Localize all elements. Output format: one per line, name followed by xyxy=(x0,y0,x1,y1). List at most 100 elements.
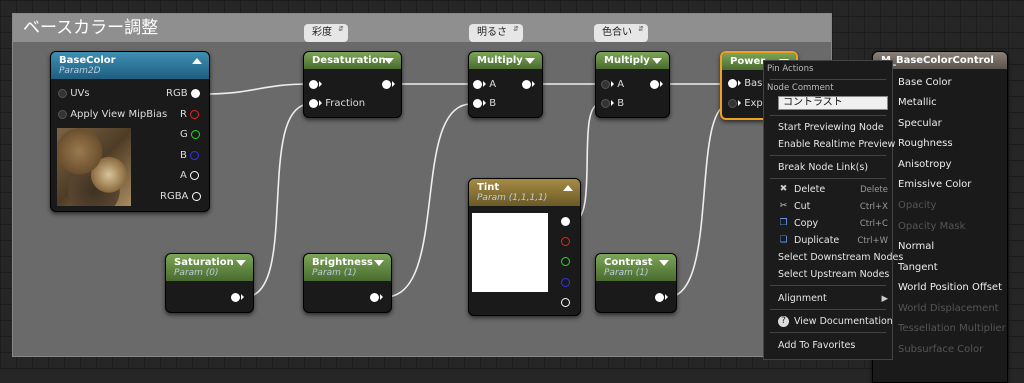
collapse-arrow-icon[interactable] xyxy=(652,58,662,64)
pin-exp[interactable]: Exp xyxy=(728,98,763,109)
pin-uvs[interactable]: UVs xyxy=(58,88,90,99)
collapse-arrow-icon[interactable] xyxy=(374,260,384,266)
pin-desat-in[interactable] xyxy=(309,79,322,90)
pin-a[interactable]: A xyxy=(180,170,200,181)
menu-separator xyxy=(770,178,886,179)
pin-circle-icon xyxy=(561,277,570,287)
pin-icon[interactable]: ⇵ xyxy=(338,25,344,33)
menu-break-node-links[interactable]: Break Node Link(s) xyxy=(778,162,868,173)
node-multiply-1-header[interactable]: Multiply xyxy=(469,52,542,69)
output-normal[interactable]: Normal xyxy=(898,241,934,252)
output-metallic[interactable]: Metallic xyxy=(898,97,937,108)
node-comment-input[interactable] xyxy=(778,96,888,110)
pin-m2-a[interactable]: A xyxy=(601,79,624,90)
pin-rgb[interactable]: RGB xyxy=(166,88,200,99)
pin-icon[interactable]: ⇵ xyxy=(638,25,644,33)
menu-duplicate[interactable]: ❏ Duplicate xyxy=(778,235,839,246)
pin-saturation-out[interactable] xyxy=(231,292,244,303)
exec-arrow-icon xyxy=(319,100,322,106)
node-basecolor-header[interactable]: BaseColor Param2D xyxy=(51,52,209,79)
node-tint-header[interactable]: Tint Param (1,1,1,1) xyxy=(469,179,580,206)
bubble-hue[interactable]: 色合い ⇵ xyxy=(594,24,648,42)
menu-cut[interactable]: ✂ Cut xyxy=(778,201,811,212)
node-title: Tint xyxy=(477,182,500,193)
bubble-brightness-text: 明るさ xyxy=(477,27,507,38)
pin-tint-g[interactable] xyxy=(561,256,570,267)
output-emissive-color[interactable]: Emissive Color xyxy=(898,179,971,190)
output-world-position-offset[interactable]: World Position Offset xyxy=(898,282,1002,293)
pin-circle-icon xyxy=(650,79,659,89)
help-icon: ? xyxy=(778,316,789,327)
pin-label: A xyxy=(180,170,187,181)
menu-alignment[interactable]: Alignment xyxy=(778,293,827,304)
node-subtitle: Param (1) xyxy=(604,268,649,278)
collapse-arrow-icon[interactable] xyxy=(659,260,669,266)
pin-contrast-out[interactable] xyxy=(655,292,668,303)
menu-add-to-favorites[interactable]: Add To Favorites xyxy=(778,340,855,351)
pin-label: B xyxy=(617,98,625,109)
node-result-header[interactable]: M_BaseColorControl xyxy=(873,52,1007,69)
pin-b[interactable]: B xyxy=(180,150,200,161)
pin-m1-a[interactable]: A xyxy=(473,79,496,90)
pin-r[interactable]: R xyxy=(180,109,200,120)
pin-label: A xyxy=(617,79,625,90)
menu-start-previewing-node[interactable]: Start Previewing Node xyxy=(778,122,884,133)
pin-rgba[interactable]: RGBA xyxy=(160,191,201,202)
node-multiply-2-header[interactable]: Multiply xyxy=(596,52,669,69)
collapse-arrow-icon[interactable] xyxy=(236,260,246,266)
node-contrast[interactable]: Contrast Param (1) xyxy=(595,253,677,313)
pin-circle-icon xyxy=(561,216,570,226)
collapse-arrow-icon[interactable] xyxy=(192,58,202,64)
pin-label: RGB xyxy=(166,88,188,99)
output-base-color[interactable]: Base Color xyxy=(898,77,952,88)
pin-m1-b[interactable]: B xyxy=(473,98,496,109)
output-tangent[interactable]: Tangent xyxy=(898,262,938,273)
wire-brightness-multiply1 xyxy=(384,103,472,298)
menu-select-downstream[interactable]: Select Downstream Nodes xyxy=(778,252,903,263)
menu-enable-realtime-preview[interactable]: Enable Realtime Preview xyxy=(778,139,895,150)
pin-fraction[interactable]: Fraction xyxy=(309,98,365,109)
collapse-arrow-icon[interactable] xyxy=(384,58,394,64)
submenu-arrow-icon: ▶ xyxy=(881,294,888,304)
copy-icon: ❐ xyxy=(779,218,788,228)
node-desaturation-header[interactable]: Desaturation xyxy=(304,52,401,69)
pin-m2-b[interactable]: B xyxy=(601,98,624,109)
pin-tint-r[interactable] xyxy=(561,236,570,247)
pin-circle-icon xyxy=(728,98,737,108)
node-brightness[interactable]: Brightness Param (1) xyxy=(303,253,392,313)
pin-brightness-out[interactable] xyxy=(370,292,383,303)
node-saturation[interactable]: Saturation Param (0) xyxy=(165,253,254,313)
menu-copy[interactable]: ❐ Copy xyxy=(778,218,818,229)
pin-mip[interactable]: Apply View MipBias xyxy=(58,109,167,120)
collapse-arrow-icon[interactable] xyxy=(525,58,535,64)
collapse-arrow-icon[interactable] xyxy=(563,185,573,191)
menu-select-upstream[interactable]: Select Upstream Nodes xyxy=(778,269,889,280)
node-saturation-header[interactable]: Saturation Param (0) xyxy=(166,254,253,281)
pin-m2-out[interactable] xyxy=(650,79,663,90)
menu-item-label: Delete xyxy=(794,184,826,195)
pin-circle-icon xyxy=(473,79,482,89)
pin-g[interactable]: G xyxy=(180,129,200,140)
pin-m1-out[interactable] xyxy=(522,79,535,90)
pin-desat-out[interactable] xyxy=(382,79,395,90)
output-anisotropy[interactable]: Anisotropy xyxy=(898,159,951,170)
menu-delete[interactable]: ✖ Delete xyxy=(778,184,826,195)
context-menu[interactable]: Pin Actions Node Comment Start Previewin… xyxy=(763,60,903,360)
pin-tint-rgb[interactable] xyxy=(561,216,570,227)
texture-thumbnail xyxy=(57,128,131,206)
output-roughness[interactable]: Roughness xyxy=(898,138,953,149)
wire-saturation-fraction xyxy=(244,103,311,298)
pin-icon[interactable]: ⇵ xyxy=(513,25,519,33)
output-specular[interactable]: Specular xyxy=(898,118,942,129)
menu-view-documentation[interactable]: ? View Documentation xyxy=(778,316,893,327)
menu-separator xyxy=(770,115,886,116)
node-brightness-header[interactable]: Brightness Param (1) xyxy=(304,254,391,281)
pin-tint-b[interactable] xyxy=(561,277,570,288)
output-opacity: Opacity xyxy=(898,200,937,211)
node-title: M_BaseColorControl xyxy=(881,55,994,66)
bubble-brightness[interactable]: 明るさ ⇵ xyxy=(469,24,523,42)
wire-contrast-power xyxy=(667,103,731,298)
pin-tint-a[interactable] xyxy=(561,297,570,308)
node-contrast-header[interactable]: Contrast Param (1) xyxy=(596,254,676,281)
bubble-saturation[interactable]: 彩度 ⇵ xyxy=(304,24,348,42)
